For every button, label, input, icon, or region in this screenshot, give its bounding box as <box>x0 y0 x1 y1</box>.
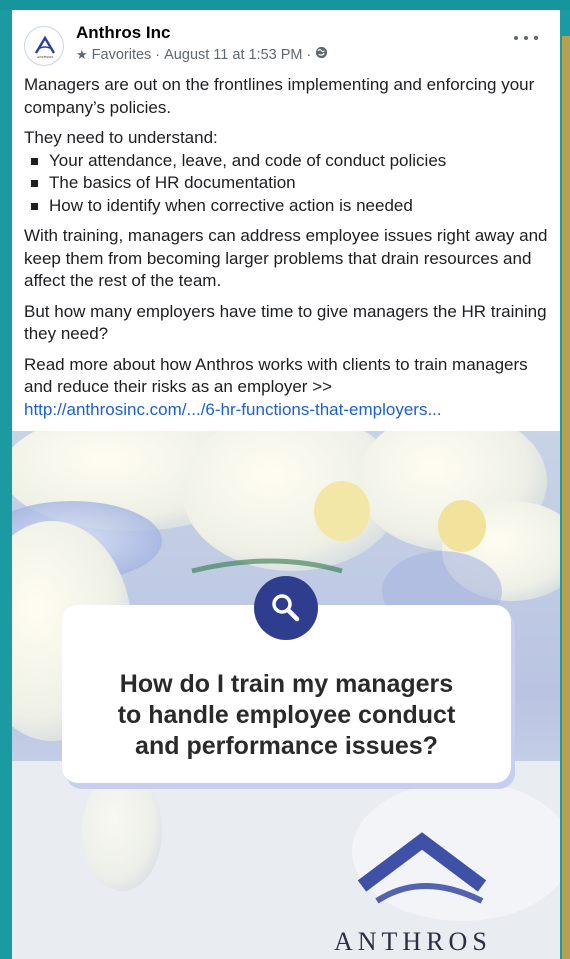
star-icon: ★ <box>76 46 88 62</box>
list-item: How to identify when corrective action i… <box>24 195 548 218</box>
list-item: Your attendance, leave, and code of cond… <box>24 150 548 173</box>
message-paragraph: Read more about how Anthros works with c… <box>24 354 548 422</box>
page-name-link[interactable]: Anthros Inc <box>76 23 170 43</box>
image-headline: How do I train my managers to handle emp… <box>117 670 456 760</box>
message-paragraph: They need to understand: <box>24 128 218 147</box>
facebook-post-card: ANTHROS Anthros Inc ★ Favorites · August… <box>12 10 560 959</box>
bullet-icon <box>31 202 38 210</box>
page-avatar[interactable]: ANTHROS <box>24 26 64 66</box>
meta-separator: · <box>155 46 161 63</box>
message-paragraph: But how many employers have time to give… <box>24 301 547 344</box>
post-message: Managers are out on the frontlines imple… <box>24 74 548 421</box>
list-item-text: How to identify when corrective action i… <box>49 195 413 215</box>
message-paragraph: Managers are out on the frontlines imple… <box>24 75 535 117</box>
more-options-button[interactable] <box>514 30 538 46</box>
more-horizontal-icon <box>514 36 518 40</box>
more-dot <box>524 36 528 40</box>
list-item-text: The basics of HR documentation <box>49 173 296 192</box>
window-top-border <box>0 0 570 10</box>
meta-separator: · <box>306 46 312 63</box>
window-right-edge <box>562 36 570 959</box>
post-header: ANTHROS Anthros Inc ★ Favorites · August… <box>12 10 560 72</box>
post-timestamp[interactable]: August 11 at 1:53 PM <box>164 47 302 63</box>
post-image[interactable]: How do I train my managers to handle emp… <box>12 431 560 959</box>
message-text: Read more about how Anthros works with c… <box>24 354 528 397</box>
search-icon <box>254 576 318 640</box>
post-meta: ★ Favorites · August 11 at 1:53 PM · <box>76 46 328 63</box>
bullet-icon <box>31 157 38 165</box>
favorites-label[interactable]: Favorites <box>92 47 152 63</box>
message-bullet-list: Your attendance, leave, and code of cond… <box>24 150 548 218</box>
more-dot <box>534 36 538 40</box>
message-paragraph: With training, managers can address empl… <box>24 226 548 290</box>
bullet-icon <box>31 180 38 187</box>
avatar-wordmark: ANTHROS <box>37 55 54 59</box>
list-item-text: Your attendance, leave, and code of cond… <box>49 150 447 170</box>
list-item: The basics of HR documentation <box>24 172 548 195</box>
article-link[interactable]: http://anthrosinc.com/.../6-hr-functions… <box>24 400 442 419</box>
anthros-wordmark: ANTHROS <box>334 927 492 956</box>
globe-icon <box>315 46 328 63</box>
